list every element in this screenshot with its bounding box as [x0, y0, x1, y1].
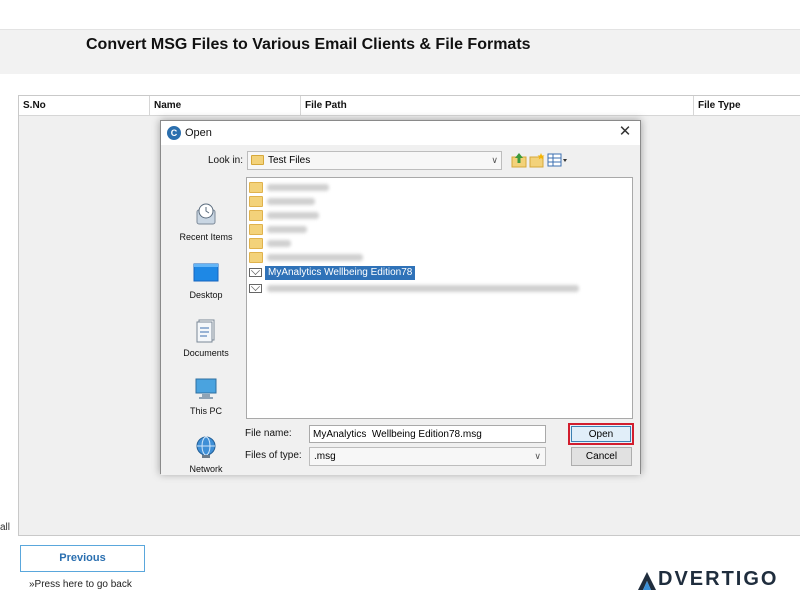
column-header-sno[interactable]: S.No	[19, 96, 150, 116]
msg-file-item[interactable]	[249, 282, 589, 296]
open-dialog: C Open ✕ Look in: Test Files ∨ Recent It…	[160, 120, 641, 475]
blurred-name	[267, 184, 329, 191]
documents-icon	[196, 319, 215, 343]
blurred-name	[267, 198, 315, 205]
file-type-label: Files of type:	[245, 450, 302, 461]
look-in-label: Look in:	[208, 155, 244, 166]
folder-item[interactable]	[249, 181, 499, 195]
place-this-pc[interactable]: This PC	[169, 374, 243, 426]
envelope-icon	[249, 284, 262, 293]
chevron-down-icon: ∨	[534, 451, 541, 461]
file-type-dropdown[interactable]: .msg ∨	[309, 447, 546, 466]
blurred-name	[267, 285, 579, 292]
folder-icon	[249, 196, 263, 207]
this-pc-icon	[195, 378, 217, 399]
blurred-name	[267, 240, 291, 247]
desktop-icon	[193, 263, 219, 282]
blurred-name	[267, 226, 307, 233]
column-header-name[interactable]: Name	[150, 96, 301, 116]
folder-item[interactable]	[249, 251, 499, 265]
blurred-name	[267, 254, 363, 261]
place-network[interactable]: Network	[169, 432, 243, 484]
envelope-icon	[249, 268, 262, 277]
dialog-title: Open	[185, 127, 212, 139]
network-icon	[196, 436, 216, 458]
place-desktop[interactable]: Desktop	[169, 258, 243, 310]
open-button-label: Open	[571, 426, 631, 442]
place-label: Documents	[183, 348, 229, 358]
look-in-dropdown[interactable]: Test Files ∨	[247, 151, 502, 170]
watermark-text: DVERTIGO	[658, 568, 779, 590]
place-documents[interactable]: Documents	[169, 316, 243, 368]
previous-button[interactable]: Previous	[20, 545, 145, 572]
folder-icon	[251, 155, 264, 165]
close-icon[interactable]: ✕	[616, 123, 634, 141]
table-header: S.No Name File Path File Type	[19, 96, 800, 116]
open-button[interactable]: Open	[568, 423, 634, 445]
advertigo-watermark: DVERTIGO	[636, 568, 786, 594]
blurred-name	[267, 212, 319, 219]
top-strip	[0, 0, 800, 30]
app-icon: C	[167, 126, 181, 140]
folder-icon	[249, 252, 263, 263]
go-back-hint: »Press here to go back	[29, 579, 132, 590]
view-menu-icon[interactable]	[547, 152, 569, 168]
folder-item[interactable]	[249, 209, 499, 223]
recent-items-icon	[196, 203, 216, 225]
page-title: Convert MSG Files to Various Email Clien…	[86, 36, 531, 53]
folder-icon	[249, 210, 263, 221]
chevron-down-icon: ∨	[491, 155, 498, 165]
folder-icon	[249, 224, 263, 235]
folder-icon	[249, 182, 263, 193]
dialog-titlebar[interactable]: C Open ✕	[161, 121, 640, 145]
places-bar: Recent Items Desktop Documents This PC N…	[169, 200, 243, 490]
file-name-input[interactable]	[309, 425, 546, 443]
up-folder-icon[interactable]	[511, 152, 527, 168]
place-recent-items[interactable]: Recent Items	[169, 200, 243, 252]
column-header-file-type[interactable]: File Type	[694, 96, 800, 116]
place-label: Network	[189, 464, 223, 474]
folder-icon	[249, 238, 263, 249]
selected-file-name: MyAnalytics Wellbeing Edition78	[265, 266, 416, 280]
folder-item[interactable]	[249, 237, 499, 251]
new-folder-icon[interactable]	[529, 152, 545, 168]
dialog-body: Look in: Test Files ∨ Recent Items Deskt…	[161, 145, 640, 475]
file-name-label: File name:	[245, 428, 292, 439]
file-type-value: .msg	[314, 451, 336, 462]
advertigo-logo-icon	[638, 572, 656, 590]
place-label: This PC	[189, 406, 222, 416]
cancel-button[interactable]: Cancel	[571, 447, 632, 466]
column-header-file-path[interactable]: File Path	[301, 96, 694, 116]
partial-label: all	[0, 522, 11, 533]
folder-item[interactable]	[249, 195, 499, 209]
look-in-value: Test Files	[268, 155, 311, 166]
file-list[interactable]: MyAnalytics Wellbeing Edition78	[246, 177, 633, 419]
place-label: Desktop	[189, 290, 223, 300]
place-label: Recent Items	[179, 232, 233, 242]
folder-item[interactable]	[249, 223, 499, 237]
